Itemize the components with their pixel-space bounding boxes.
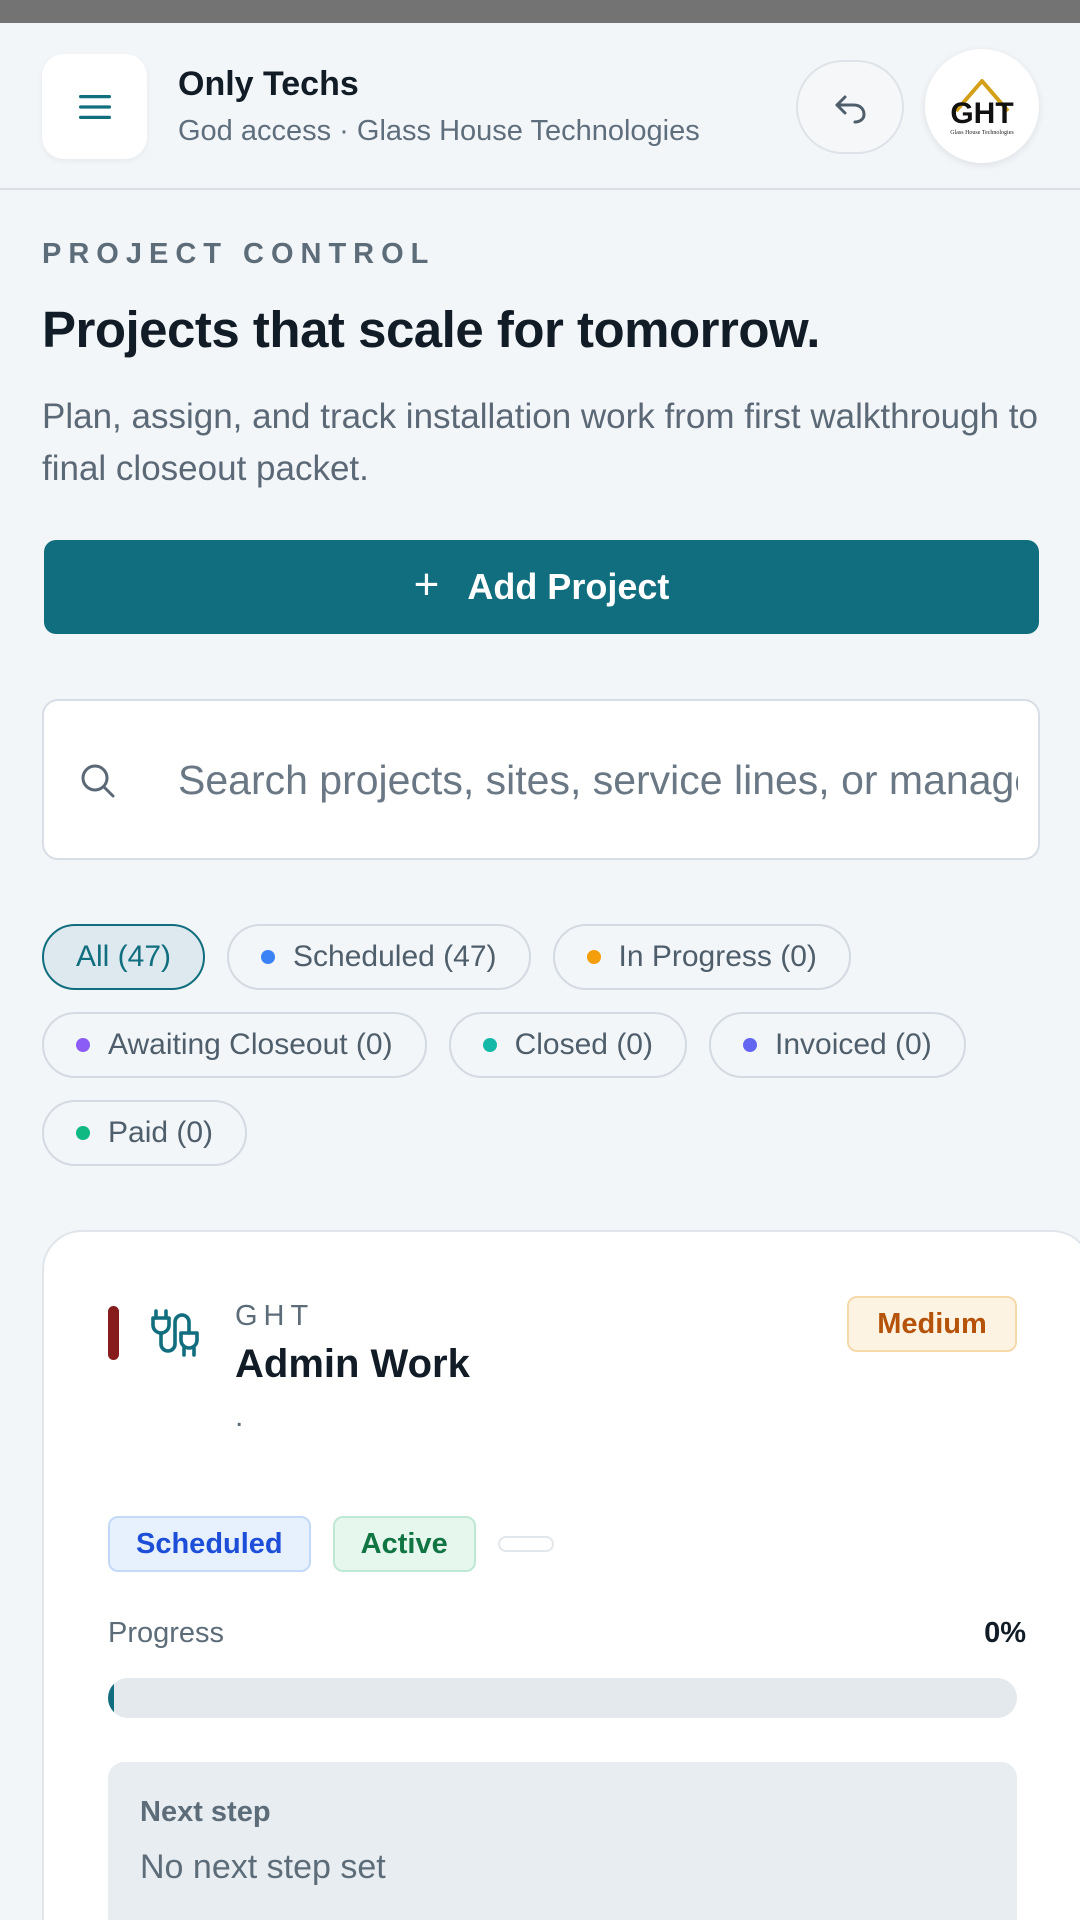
plug-cable-icon [151,1309,199,1357]
ght-logo: GHT Glass House Technologies [950,79,1014,136]
filter-chip-closed[interactable]: Closed (0) [448,1012,687,1078]
next-step-label: Next step [140,1796,271,1828]
status-dot [742,1038,757,1052]
progress-bar-fill [108,1678,114,1718]
state-badge: Active [332,1516,476,1572]
add-project-button[interactable]: + Add Project [44,540,1039,634]
company-logo-avatar[interactable]: GHT Glass House Technologies [925,49,1039,163]
filter-chip-all[interactable]: All (47) [42,924,206,990]
search-input[interactable] [178,749,1018,811]
status-badge: Scheduled [108,1516,311,1572]
plus-icon: + [413,560,440,609]
search-container [42,699,1040,860]
status-dot [261,950,276,964]
account-subtitle: God access · Glass House Technologies [178,115,700,147]
filter-chip-scheduled[interactable]: Scheduled (47) [227,924,531,990]
status-dot [76,1126,90,1140]
hamburger-menu-icon [78,94,111,119]
status-dot [586,950,601,964]
next-step-value: No next step set [140,1848,386,1886]
filter-chip-in-progress[interactable]: In Progress (0) [552,924,851,990]
priority-accent-bar [108,1306,119,1360]
add-project-label: Add Project [467,566,670,607]
section-eyebrow: PROJECT CONTROL [42,238,436,270]
logo-text: GHT [950,97,1013,130]
filter-chip-label: Closed (0) [514,1028,653,1061]
undo-arrow-icon [835,95,866,124]
project-site: . [235,1400,244,1433]
status-filter-chips: All (47) Scheduled (47) In Progress (0) … [42,924,1042,1166]
page-description: Plan, assign, and track installation wor… [42,397,1038,488]
filter-chip-label: Awaiting Closeout (0) [108,1028,393,1061]
filter-chip-label: Invoiced (0) [774,1028,932,1061]
filter-chip-paid[interactable]: Paid (0) [42,1100,248,1166]
empty-badge [497,1536,554,1552]
progress-bar [108,1678,1017,1718]
page-title: Projects that scale for tomorrow. [42,301,820,358]
app-header: Only Techs God access · Glass House Tech… [0,23,1080,190]
logo-tagline: Glass House Technologies [950,130,1014,136]
project-badges: Scheduled Active [108,1516,554,1572]
system-status-bar [0,0,1080,23]
back-button[interactable] [796,60,904,154]
filter-chip-label: Scheduled (47) [293,940,497,973]
project-card[interactable]: GHT Admin Work . Medium Scheduled Active… [42,1230,1080,1920]
progress-label: Progress [108,1617,225,1649]
priority-badge: Medium [847,1296,1017,1352]
project-name: Admin Work [235,1342,470,1386]
status-dot [482,1038,497,1052]
project-client: GHT [235,1300,315,1332]
status-dot [76,1038,90,1052]
menu-button[interactable] [42,54,147,159]
filter-chip-label: All (47) [76,940,172,973]
filter-chip-invoiced[interactable]: Invoiced (0) [708,1012,966,1078]
app-title: Only Techs [178,65,359,103]
filter-chip-awaiting-closeout[interactable]: Awaiting Closeout (0) [42,1012,427,1078]
progress-value: 0% [984,1617,1026,1649]
search-icon [81,764,115,798]
filter-chip-label: Paid (0) [108,1116,214,1149]
next-step-panel: Next step No next step set [108,1762,1017,1920]
filter-chip-label: In Progress (0) [618,940,817,973]
